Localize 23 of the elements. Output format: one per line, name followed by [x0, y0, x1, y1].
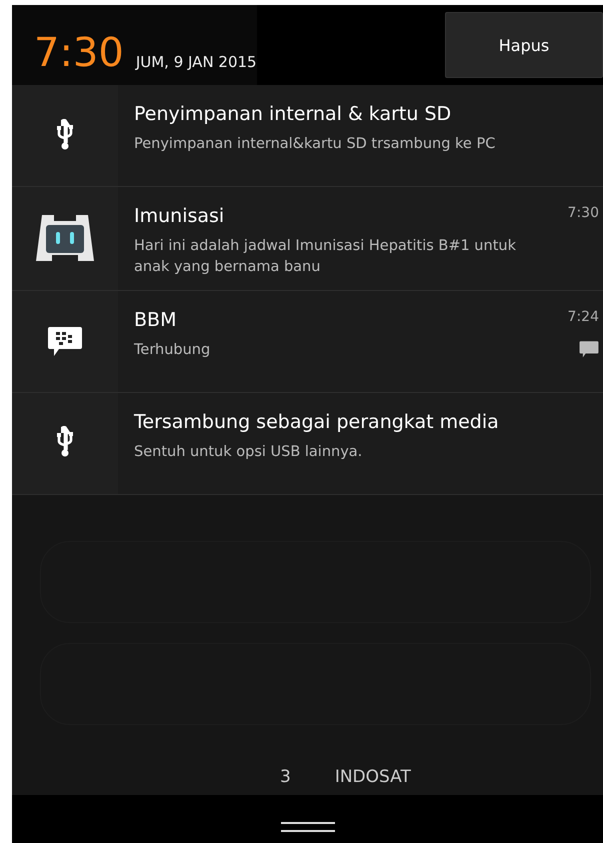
notification-text: Hari ini adalah jadwal Imunisasi Hepatitis B#1 untuk anak yang bernama banu [134, 236, 517, 277]
notification-title: BBM [134, 308, 176, 332]
carrier-name: INDOSAT [334, 767, 411, 787]
date-text: JUM, 9 JAN 2015 [136, 53, 257, 73]
notification-time: 7:24 [568, 308, 599, 325]
notification-item[interactable]: Tersambung sebagai perangkat media Sentuh untuk opsi USB lainnya. [12, 392, 603, 495]
notification-item[interactable]: BBM 7:24 Terhubung [12, 290, 603, 393]
notification-title: Tersambung sebagai perangkat media [134, 410, 499, 434]
usb-icon [54, 118, 76, 152]
clear-button[interactable]: Hapus [445, 12, 603, 78]
chat-bubble-icon [579, 340, 599, 358]
clock-time: 7:30 [34, 33, 124, 73]
notification-time: 7:30 [568, 205, 599, 221]
notification-item[interactable]: Imunisasi 7:30 Hari ini adalah jadwal Imunisasi Hepatitis B#1 untuk anak yang bernama banu [12, 187, 603, 291]
notification-text: Terhubung [134, 340, 210, 360]
chat-bubble-icon [47, 325, 83, 358]
notification-text: Sentuh untuk opsi USB lainnya. [134, 442, 362, 462]
sim-number: 3 [280, 767, 291, 787]
notification-text: Penyimpanan internal&kartu SD trsambung ke PC [134, 134, 496, 154]
notification-title: Imunisasi [134, 205, 224, 228]
notification-item[interactable]: Penyimpanan internal & kartu SD Penyimpanan internal&kartu SD trsambung ke PC [12, 85, 603, 187]
notification-title: Penyimpanan internal & kartu SD [134, 103, 452, 126]
drag-handle-icon[interactable] [280, 821, 334, 833]
